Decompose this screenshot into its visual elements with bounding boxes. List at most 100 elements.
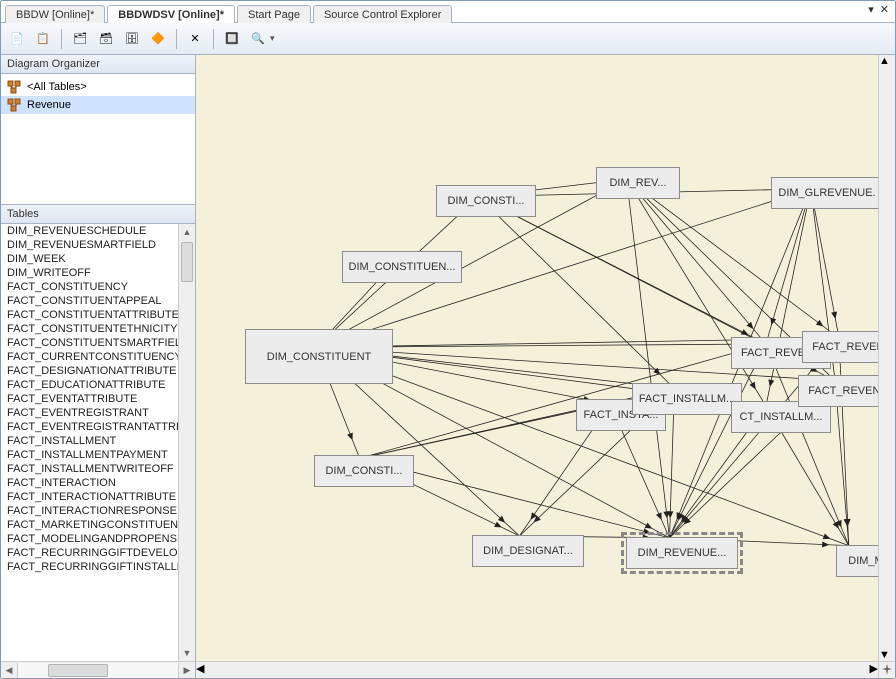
diagram-node[interactable]: DIM_CONSTITUENT <box>245 329 393 384</box>
tables-panel-title: Tables <box>1 205 195 224</box>
canvas-vertical-scrollbar[interactable]: ▲ ▼ <box>878 55 895 661</box>
diagram-node[interactable]: DIM_REV... <box>596 167 680 199</box>
diagram-canvas[interactable]: DIM_CONSTITUENT DIM_CONSTITUEN... DIM_CONS… <box>196 55 878 661</box>
diagram-node[interactable]: DIM_DESIGNAT... <box>472 535 584 567</box>
diagram-node-label: DIM_GLREVENUE. <box>778 187 875 199</box>
add-objects-icon[interactable]: 🗂 <box>70 29 90 49</box>
find-table-icon[interactable]: 🔶 <box>148 29 168 49</box>
tables-horizontal-scrollbar[interactable]: ◀ ▶ <box>1 661 195 678</box>
app-window: BBDW [Online]*BBDWDSV [Online]*Start Pag… <box>0 0 896 679</box>
toolbar-separator <box>213 29 214 49</box>
diagram-node-label: DIM_M <box>848 555 878 567</box>
table-list-item[interactable]: FACT_INTERACTIONATTRIBUTE <box>1 490 178 504</box>
tab-dropdown-icon[interactable]: ▾ <box>868 3 874 17</box>
table-list-item[interactable]: FACT_CURRENTCONSTITUENCY <box>1 350 178 364</box>
organizer-item-label: <All Tables> <box>27 81 87 93</box>
document-tab[interactable]: BBDWDSV [Online]* <box>107 5 235 23</box>
table-list-item[interactable]: FACT_INSTALLMENT <box>1 434 178 448</box>
diagram-node[interactable]: DIM_GLREVENUE. <box>771 177 878 209</box>
scroll-up-icon[interactable]: ▲ <box>879 55 895 67</box>
diagram-node[interactable]: DIM_CONSTI... <box>314 455 414 487</box>
diagram-node[interactable]: DIM_M <box>836 545 878 577</box>
scroll-right-icon[interactable]: ▶ <box>179 663 195 678</box>
diagram-node-label: FACT_REVENUE <box>812 341 878 353</box>
scroll-left-icon[interactable]: ◀ <box>196 662 204 678</box>
diagram-organizer-title: Diagram Organizer <box>1 55 195 74</box>
diagram-node[interactable]: DIM_CONSTI... <box>436 185 536 217</box>
diagram-canvas-area: DIM_CONSTITUENT DIM_CONSTITUEN... DIM_CONS… <box>196 55 895 678</box>
table-list-item[interactable]: FACT_DESIGNATIONATTRIBUTE <box>1 364 178 378</box>
document-tab[interactable]: Source Control Explorer <box>313 5 452 23</box>
scroll-down-icon[interactable]: ▼ <box>879 649 895 661</box>
pan-navigator-icon[interactable] <box>878 661 895 678</box>
document-tab[interactable]: BBDW [Online]* <box>5 5 105 23</box>
fit-icon[interactable]: 🔲 <box>222 29 242 49</box>
table-list-item[interactable]: FACT_CONSTITUENTSMARTFIEL <box>1 336 178 350</box>
diagram-node[interactable]: FACT_INSTALLM... <box>632 383 742 415</box>
organizer-item[interactable]: Revenue <box>1 96 195 114</box>
tables-list: DIM_REVENUESCHEDULEDIM_REVENUESMARTFIELD… <box>1 224 195 661</box>
canvas-horizontal-scrollbar[interactable]: ◀ ▶ <box>196 661 878 678</box>
table-list-item[interactable]: FACT_INSTALLMENTPAYMENT <box>1 448 178 462</box>
scroll-left-icon[interactable]: ◀ <box>1 663 17 678</box>
toolbar-separator <box>61 29 62 49</box>
table-list-item[interactable]: FACT_CONSTITUENTATTRIBUTE <box>1 308 178 322</box>
scroll-down-icon[interactable]: ▼ <box>179 645 195 661</box>
diagram-icon <box>7 98 21 112</box>
arrange-icon[interactable]: 🗃 <box>96 29 116 49</box>
table-list-item[interactable]: FACT_EVENTREGISTRANTATTRI <box>1 420 178 434</box>
refresh-icon[interactable]: 📋 <box>33 29 53 49</box>
diagram-node[interactable]: DIM_REVENUE... <box>626 537 738 569</box>
table-list-item[interactable]: DIM_REVENUESCHEDULE <box>1 224 178 238</box>
table-list-item[interactable]: FACT_MARKETINGCONSTITUENT <box>1 518 178 532</box>
diagram-node-label: FACT_INSTALLM... <box>639 393 735 405</box>
table-list-item[interactable]: DIM_REVENUESMARTFIELD <box>1 238 178 252</box>
scroll-up-icon[interactable]: ▲ <box>179 224 195 240</box>
diagram-node[interactable]: FACT_REVENUE <box>798 375 878 407</box>
diagram-node-label: FACT_REVENUE <box>808 385 878 397</box>
table-list-item[interactable]: FACT_INTERACTION <box>1 476 178 490</box>
toolbar-dropdown-icon[interactable]: ▾ <box>270 33 275 44</box>
diagram-node[interactable]: FACT_REVENUE <box>802 331 878 363</box>
table-list-item[interactable]: FACT_INTERACTIONRESPONSE <box>1 504 178 518</box>
diagram-node-label: DIM_CONSTITUEN... <box>349 261 456 273</box>
zoom-diagram-icon[interactable]: 🗄 <box>122 29 142 49</box>
organizer-item-label: Revenue <box>27 99 71 111</box>
diagram-icon <box>7 80 21 94</box>
diagram-node-label: DIM_REV... <box>609 177 666 189</box>
diagram-node-label: DIM_REVENUE... <box>638 547 727 559</box>
table-list-item[interactable]: FACT_RECURRINGGIFTDEVELOP <box>1 546 178 560</box>
zoom-icon[interactable]: 🔍 <box>248 29 268 49</box>
table-list-item[interactable]: FACT_EVENTREGISTRANT <box>1 406 178 420</box>
scroll-thumb[interactable] <box>181 242 193 282</box>
diagram-node[interactable]: DIM_CONSTITUEN... <box>342 251 462 283</box>
tab-close-icon[interactable]: ✕ <box>880 3 889 17</box>
new-table-icon[interactable]: 📄 <box>7 29 27 49</box>
delete-icon[interactable]: ✕ <box>185 29 205 49</box>
table-list-item[interactable]: FACT_MODELINGANDPROPENSIT <box>1 532 178 546</box>
diagram-node-label: DIM_CONSTI... <box>325 465 402 477</box>
table-list-item[interactable]: DIM_WEEK <box>1 252 178 266</box>
diagram-node-label: DIM_DESIGNAT... <box>483 545 573 557</box>
table-list-item[interactable]: FACT_INSTALLMENTWRITEOFF <box>1 462 178 476</box>
document-tab-strip: BBDW [Online]*BBDWDSV [Online]*Start Pag… <box>1 1 895 23</box>
document-tab[interactable]: Start Page <box>237 5 311 23</box>
table-list-item[interactable]: FACT_EVENTATTRIBUTE <box>1 392 178 406</box>
left-panel: Diagram Organizer <All Tables> Revenue Ta… <box>1 55 196 678</box>
table-list-item[interactable]: FACT_CONSTITUENTAPPEAL <box>1 294 178 308</box>
table-list-item[interactable]: FACT_RECURRINGGIFTINSTALLM <box>1 560 178 574</box>
organizer-item[interactable]: <All Tables> <box>1 78 195 96</box>
diagram-node-label: CT_INSTALLM... <box>740 411 823 423</box>
table-list-item[interactable]: FACT_CONSTITUENTETHNICITY <box>1 322 178 336</box>
diagram-organizer-list: <All Tables> Revenue <box>1 74 195 204</box>
tables-vertical-scrollbar[interactable]: ▲ ▼ <box>178 224 195 661</box>
table-list-item[interactable]: DIM_WRITEOFF <box>1 266 178 280</box>
diagram-node-label: DIM_CONSTITUENT <box>267 351 372 363</box>
scroll-right-icon[interactable]: ▶ <box>870 662 878 678</box>
table-list-item[interactable]: FACT_CONSTITUENCY <box>1 280 178 294</box>
table-list-item[interactable]: FACT_EDUCATIONATTRIBUTE <box>1 378 178 392</box>
scroll-thumb[interactable] <box>48 664 108 677</box>
toolbar: 📄 📋 🗂 🗃 🗄 🔶 ✕ 🔲 🔍▾ <box>1 23 895 55</box>
diagram-node-label: DIM_CONSTI... <box>447 195 524 207</box>
toolbar-separator <box>176 29 177 49</box>
